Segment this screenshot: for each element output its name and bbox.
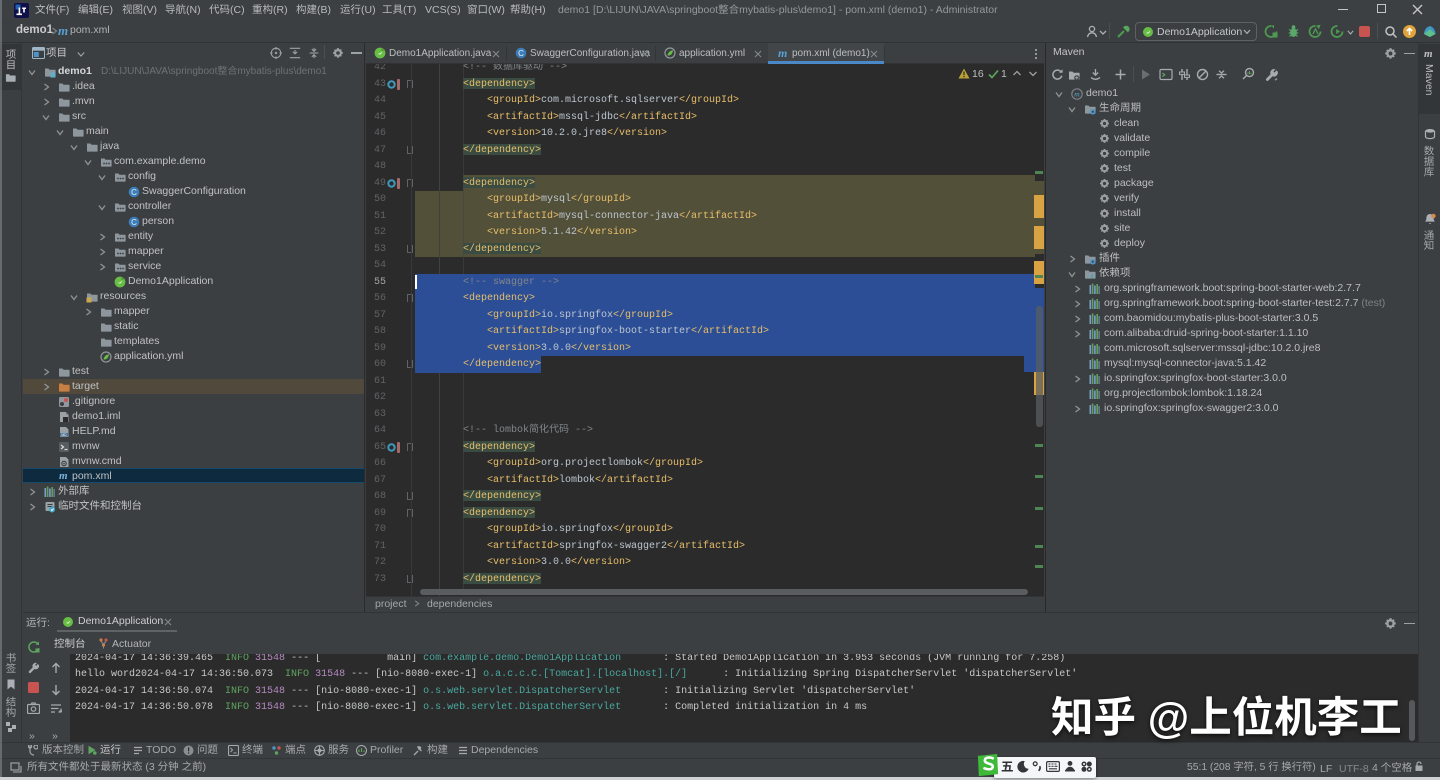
svg-text:MD: MD: [61, 433, 67, 437]
svg-text:C: C: [131, 217, 137, 226]
svg-text:m: m: [1074, 89, 1080, 98]
svg-text:C: C: [131, 187, 137, 196]
svg-text:C: C: [518, 49, 524, 58]
